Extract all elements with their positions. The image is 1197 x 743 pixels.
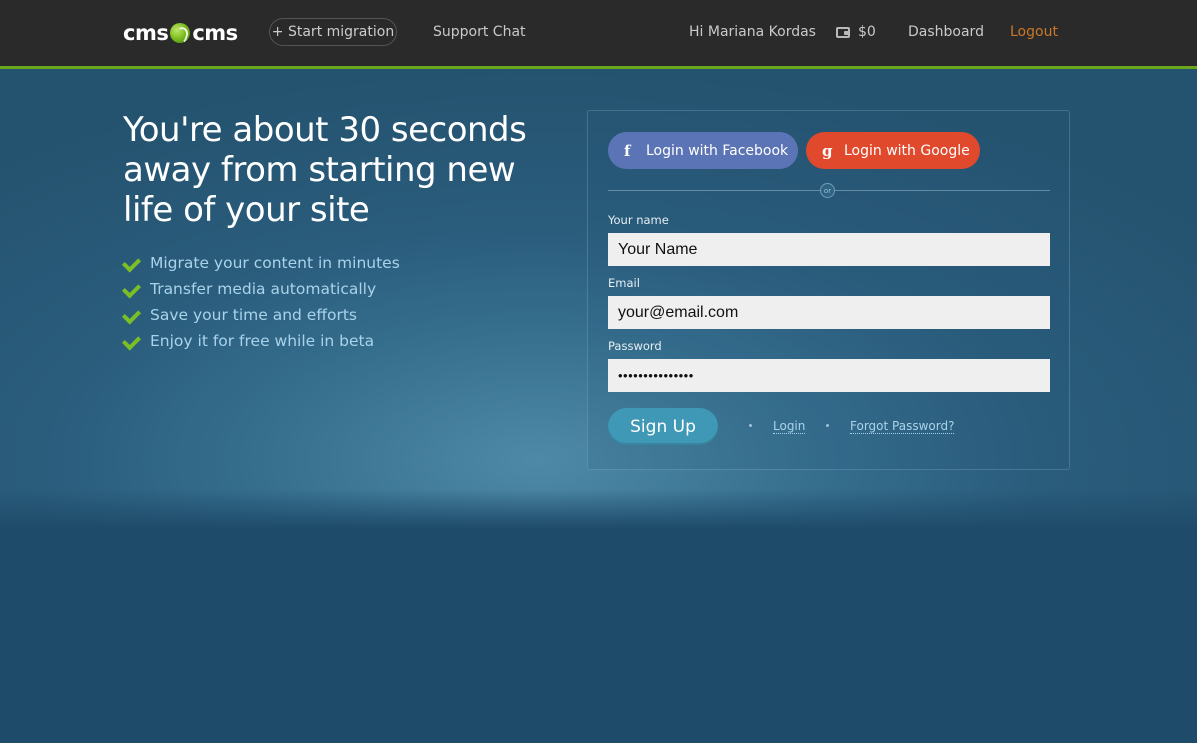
name-label: Your name <box>608 213 669 227</box>
logo-text-right: cms <box>192 21 238 45</box>
wallet-icon <box>836 27 850 38</box>
email-label: Email <box>608 276 640 290</box>
feature-text: Transfer media automatically <box>150 280 377 298</box>
feature-item: Migrate your content in minutes <box>123 250 400 276</box>
forgot-password-link[interactable]: Forgot Password? <box>850 420 955 434</box>
checkmark-icon <box>123 305 143 325</box>
dashboard-link[interactable]: Dashboard <box>908 24 984 40</box>
google-icon: g <box>822 141 833 160</box>
support-chat-link[interactable]: Support Chat <box>433 24 526 40</box>
password-field[interactable]: ••••••••••••••• <box>608 359 1050 392</box>
checkmark-icon <box>123 279 143 299</box>
separator-dot <box>749 424 752 427</box>
password-label: Password <box>608 339 662 353</box>
feature-item: Transfer media automatically <box>123 276 400 302</box>
feature-list: Migrate your content in minutes Transfer… <box>123 250 400 354</box>
start-migration-button[interactable]: + Start migration <box>269 18 397 46</box>
login-facebook-label: Login with Facebook <box>646 142 789 159</box>
logo-globe-icon <box>170 23 191 43</box>
or-badge: or <box>820 183 835 198</box>
facebook-icon: f <box>624 141 631 160</box>
hero-headline: You're about 30 seconds away from starti… <box>123 110 527 230</box>
login-google-label: Login with Google <box>844 142 970 159</box>
checkmark-icon <box>123 331 143 351</box>
sign-up-button[interactable]: Sign Up <box>608 408 718 445</box>
feature-item: Enjoy it for free while in beta <box>123 328 400 354</box>
feature-item: Save your time and efforts <box>123 302 400 328</box>
feature-text: Migrate your content in minutes <box>150 254 400 272</box>
account-balance[interactable]: $0 <box>858 24 876 40</box>
logo-text-left: cms <box>123 21 169 45</box>
login-link[interactable]: Login <box>773 420 806 434</box>
feature-text: Enjoy it for free while in beta <box>150 332 375 350</box>
name-field[interactable]: Your Name <box>608 233 1050 266</box>
email-field[interactable]: your@email.com <box>608 296 1050 329</box>
login-google-button[interactable]: g Login with Google <box>806 132 980 169</box>
checkmark-icon <box>123 253 143 273</box>
site-logo[interactable]: cms cms <box>123 19 238 47</box>
login-facebook-button[interactable]: f Login with Facebook <box>608 132 798 169</box>
user-greeting[interactable]: Hi Mariana Kordas <box>689 24 816 40</box>
separator-dot <box>826 424 829 427</box>
feature-text: Save your time and efforts <box>150 306 358 324</box>
top-navigation-bar: cms cms + Start migration Support Chat H… <box>0 0 1197 69</box>
logout-link[interactable]: Logout <box>1010 24 1058 40</box>
